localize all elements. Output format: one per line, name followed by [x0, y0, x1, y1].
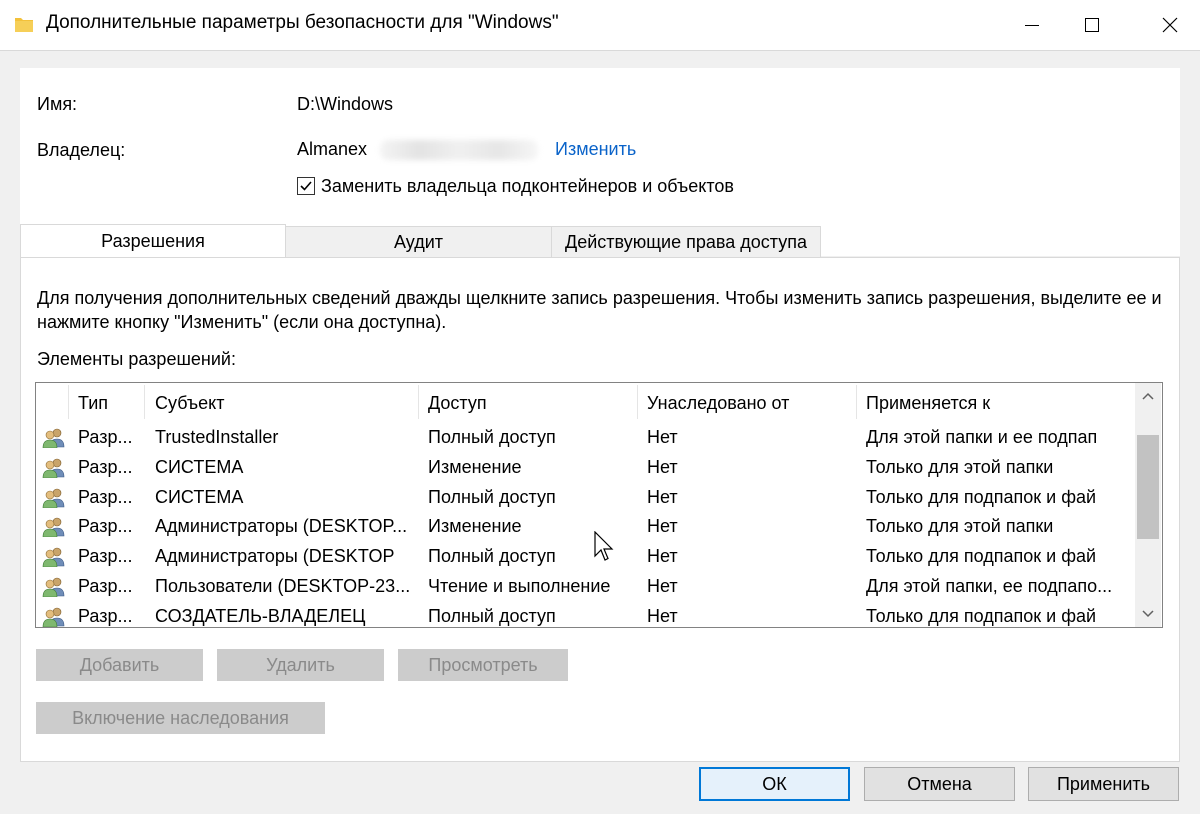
cell-applies-to: Только для подпапок и фай [866, 605, 1097, 626]
scroll-thumb[interactable] [1137, 435, 1159, 539]
view-button[interactable]: Просмотреть [398, 649, 568, 681]
checkmark-icon [300, 181, 312, 191]
owner-label: Владелец: [37, 140, 126, 160]
cell-inherited: Нет [647, 486, 678, 507]
cell-applies-to: Только для этой папки [866, 456, 1054, 477]
column-separator [418, 385, 419, 419]
tab-permissions[interactable]: Разрешения [20, 224, 286, 257]
cell-access: Чтение и выполнение [428, 576, 611, 596]
replace-owner-label: Заменить владельца подконтейнеров и объе… [321, 176, 734, 196]
cell-type: Разр... [78, 486, 133, 507]
name-value: D:\Windows [297, 94, 394, 114]
chevron-down-icon [1142, 610, 1154, 618]
window-title: Дополнительные параметры безопасности дл… [46, 12, 559, 33]
users-icon [42, 488, 66, 508]
table-row[interactable]: Разр... Администраторы (DESKTOP... Изменен… [36, 512, 1136, 542]
cell-applies-to: Для этой папки и ее подпап [866, 427, 1098, 447]
column-header-type[interactable]: Тип [78, 393, 108, 414]
ok-button[interactable]: ОК [699, 767, 850, 801]
table-scrollbar[interactable] [1135, 383, 1161, 627]
cell-principal: Администраторы (DESKTOP... [155, 516, 408, 537]
cell-applies-to: Только для подпапок и фай [866, 546, 1097, 567]
permissions-description: Для получения дополнительных сведений дв… [37, 288, 1162, 332]
cell-access: Полный доступ [428, 486, 556, 507]
users-icon [42, 607, 66, 627]
cell-inherited: Нет [647, 605, 678, 626]
enable-inheritance-button[interactable]: Включение наследования [36, 702, 325, 734]
apply-button[interactable]: Применить [1028, 767, 1179, 801]
cell-type: Разр... [78, 546, 133, 567]
users-icon [42, 517, 66, 538]
maximize-icon [1085, 18, 1099, 32]
column-separator [144, 385, 145, 419]
cell-inherited: Нет [647, 546, 678, 567]
cell-principal: TrustedInstaller [155, 427, 279, 447]
cell-principal: СИСТЕМА [155, 486, 244, 507]
owner-value: Almanex [297, 139, 368, 159]
minimize-button[interactable] [1002, 0, 1062, 50]
cell-type: Разр... [78, 427, 133, 447]
cell-inherited: Нет [647, 427, 678, 447]
cell-applies-to: Только для подпапок и фай [866, 486, 1097, 507]
scroll-down-button[interactable] [1135, 601, 1161, 627]
scroll-up-button[interactable] [1135, 383, 1161, 409]
close-button[interactable] [1140, 0, 1200, 50]
cancel-button[interactable]: Отмена [864, 767, 1015, 801]
chevron-up-icon [1142, 392, 1154, 400]
column-separator [856, 385, 857, 419]
cell-access: Полный доступ [428, 605, 556, 626]
cell-access: Полный доступ [428, 427, 556, 447]
table-row[interactable]: Разр... Администраторы (DESKTOP Полный дос… [36, 542, 1136, 572]
add-button[interactable]: Добавить [36, 649, 203, 681]
cell-principal: СИСТЕМА [155, 456, 244, 477]
cell-applies-to: Для этой папки, ее подпапо... [866, 576, 1113, 596]
cell-access: Изменение [428, 456, 522, 477]
permissions-table[interactable]: Тип Субъект Доступ Унаследовано от Приме… [35, 382, 1163, 628]
table-row[interactable]: Разр... TrustedInstaller Полный доступ Нет Д… [36, 423, 1136, 453]
cell-type: Разр... [78, 456, 133, 477]
cell-inherited: Нет [647, 456, 678, 477]
cell-principal: СОЗДАТЕЛЬ-ВЛАДЕЛЕЦ [155, 605, 366, 626]
table-row[interactable]: Разр... СОЗДАТЕЛЬ-ВЛАДЕЛЕЦ Полный доступ Не… [36, 602, 1136, 627]
tab-audit[interactable]: Аудит [285, 226, 552, 258]
minimize-icon [1025, 24, 1039, 26]
folder-icon [13, 13, 35, 35]
owner-redacted [380, 140, 538, 160]
users-icon [42, 547, 66, 568]
column-header-inherited[interactable]: Унаследовано от [647, 393, 789, 414]
users-icon [42, 428, 66, 449]
name-label: Имя: [37, 94, 78, 114]
cell-type: Разр... [78, 516, 133, 537]
table-row[interactable]: Разр... Пользователи (DESKTOP-23... Чтение… [36, 572, 1136, 602]
tab-effective-access[interactable]: Действующие права доступа [551, 226, 821, 258]
close-icon [1162, 17, 1178, 33]
users-icon [42, 577, 66, 598]
column-separator [68, 385, 69, 419]
column-header-access[interactable]: Доступ [428, 393, 487, 414]
cell-principal: Администраторы (DESKTOP [155, 546, 395, 567]
change-owner-link[interactable]: Изменить [555, 139, 636, 160]
maximize-button[interactable] [1062, 0, 1122, 50]
cell-principal: Пользователи (DESKTOP-23... [155, 576, 411, 596]
users-icon [42, 458, 66, 479]
permission-entries-label: Элементы разрешений: [37, 349, 236, 369]
table-row[interactable]: Разр... СИСТЕМА Полный доступ Нет Только для… [36, 483, 1136, 513]
cell-type: Разр... [78, 576, 133, 596]
cursor-icon [594, 530, 614, 568]
column-header-applies-to[interactable]: Применяется к [866, 393, 990, 414]
cell-inherited: Нет [647, 516, 678, 537]
cell-inherited: Нет [647, 576, 678, 596]
column-separator [637, 385, 638, 419]
column-header-principal[interactable]: Субъект [155, 393, 225, 414]
title-bar[interactable]: Дополнительные параметры безопасности дл… [0, 0, 1200, 50]
table-row[interactable]: Разр... СИСТЕМА Изменение Нет Только для это… [36, 453, 1136, 483]
cell-type: Разр... [78, 605, 133, 626]
remove-button[interactable]: Удалить [217, 649, 384, 681]
replace-owner-checkbox[interactable] [297, 177, 315, 195]
cell-applies-to: Только для этой папки [866, 516, 1054, 537]
